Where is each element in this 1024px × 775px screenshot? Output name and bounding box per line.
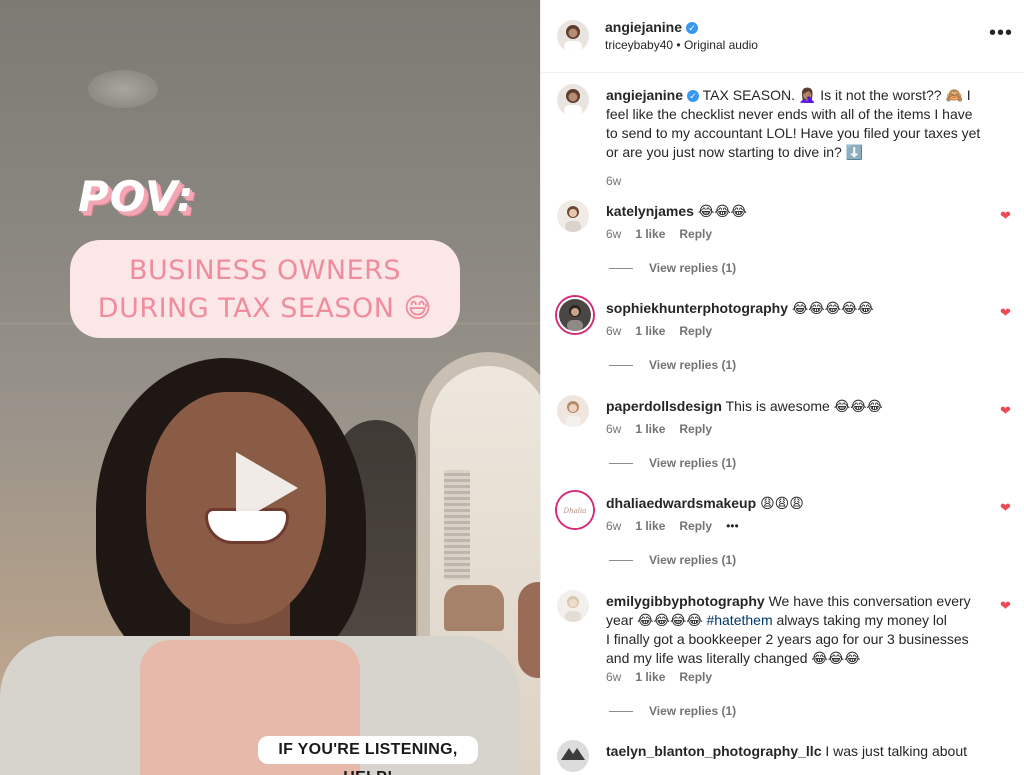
video-banner: BUSINESS OWNERS DURING TAX SEASON 😅 <box>70 240 460 338</box>
caption-username[interactable]: angiejanine <box>606 87 683 103</box>
person-hand <box>518 582 540 678</box>
comment-meta: 6w 1 like Reply <box>606 670 713 684</box>
comment-meta: 6w 1 like Reply ••• <box>606 519 739 533</box>
likes-count[interactable]: 1 like <box>635 670 665 684</box>
video-player[interactable]: POV: BUSINESS OWNERS DURING TAX SEASON 😅… <box>0 0 540 775</box>
comment-text: dhaliaedwardsmakeup 😩😩😩 <box>606 495 804 511</box>
svg-text:Dhalia: Dhalia <box>563 507 587 515</box>
reply-button[interactable]: Reply <box>679 422 712 436</box>
view-replies-button[interactable]: View replies (1) <box>609 553 736 567</box>
pov-text: POV: <box>78 172 195 221</box>
caption-avatar[interactable] <box>557 84 589 116</box>
reply-button[interactable]: Reply <box>679 670 712 684</box>
reply-button[interactable]: Reply <box>679 324 712 338</box>
banner-line-1: BUSINESS OWNERS <box>128 255 402 286</box>
comment-text: emilygibbyphotography We have this conve… <box>606 593 971 666</box>
commenter-avatar[interactable] <box>557 590 589 622</box>
heart-icon[interactable]: ❤ <box>1000 500 1011 516</box>
comment-meta: 6w 1 like Reply <box>606 324 713 338</box>
view-replies-button[interactable]: View replies (1) <box>609 704 736 718</box>
heart-icon[interactable]: ❤ <box>1000 598 1011 614</box>
heart-icon[interactable]: ❤ <box>1000 305 1011 321</box>
view-replies-button[interactable]: View replies (1) <box>609 456 736 470</box>
reply-button[interactable]: Reply <box>679 519 712 533</box>
play-icon[interactable] <box>236 452 298 524</box>
comment-text: taelyn_blanton_photography_llc I was jus… <box>606 743 968 759</box>
likes-count[interactable]: 1 like <box>635 227 665 241</box>
author-avatar[interactable] <box>557 20 589 52</box>
caption-meta: 6w <box>606 174 622 188</box>
banner-line-2: DURING TAX SEASON 😅 <box>97 293 433 324</box>
comment-username[interactable]: dhaliaedwardsmakeup <box>606 495 756 511</box>
comment-meta: 6w 1 like Reply <box>606 227 713 241</box>
window-blinds <box>444 470 470 580</box>
comment-username[interactable]: taelyn_blanton_photography_llc <box>606 743 821 759</box>
heart-icon[interactable]: ❤ <box>1000 208 1011 224</box>
commenter-avatar[interactable] <box>557 200 589 232</box>
view-replies-button[interactable]: View replies (1) <box>609 358 736 372</box>
comment-username[interactable]: emilygibbyphotography <box>606 593 765 609</box>
likes-count[interactable]: 1 like <box>635 324 665 338</box>
comment-username[interactable]: katelynjames <box>606 203 694 219</box>
likes-count[interactable]: 1 like <box>635 519 665 533</box>
ceiling-light <box>88 70 158 108</box>
heart-icon[interactable]: ❤ <box>1000 403 1011 419</box>
likes-count[interactable]: 1 like <box>635 422 665 436</box>
comment-username[interactable]: paperdollsdesign <box>606 398 722 414</box>
video-caption: IF YOU'RE LISTENING, HELP! <box>258 736 478 775</box>
view-replies-button[interactable]: View replies (1) <box>609 261 736 275</box>
comments-panel: angiejanine ✓ triceybaby40 • Original aud… <box>540 0 1024 775</box>
caption-text: angiejanine ✓ TAX SEASON. 🤦🏽‍♀️ Is it not… <box>606 87 981 160</box>
post-header: angiejanine ✓ triceybaby40 • Original aud… <box>541 0 1024 73</box>
more-options-icon[interactable]: ••• <box>726 519 739 533</box>
comment-text: paperdollsdesign This is awesome 😂😂😂 <box>606 398 883 414</box>
commenter-avatar[interactable] <box>557 740 589 772</box>
verified-icon: ✓ <box>686 22 699 34</box>
comment-username[interactable]: sophiekhunterphotography <box>606 300 788 316</box>
commenter-avatar[interactable]: Dhalia <box>557 492 593 528</box>
commenter-avatar[interactable] <box>557 297 593 333</box>
audio-info[interactable]: triceybaby40 • Original audio <box>605 38 758 52</box>
comment-meta: 6w 1 like Reply <box>606 422 713 436</box>
verified-icon: ✓ <box>687 90 700 102</box>
comment-text: katelynjames 😂😂😂 <box>606 203 747 219</box>
chair <box>444 585 504 631</box>
hashtag-link[interactable]: #hatethem <box>706 612 772 628</box>
comment-text: sophiekhunterphotography 😂😂😂😂😂 <box>606 300 874 316</box>
author-username[interactable]: angiejanine ✓ <box>605 19 699 35</box>
more-options-icon[interactable]: ••• <box>989 22 1013 45</box>
reply-button[interactable]: Reply <box>679 227 712 241</box>
commenter-avatar[interactable] <box>557 395 589 427</box>
